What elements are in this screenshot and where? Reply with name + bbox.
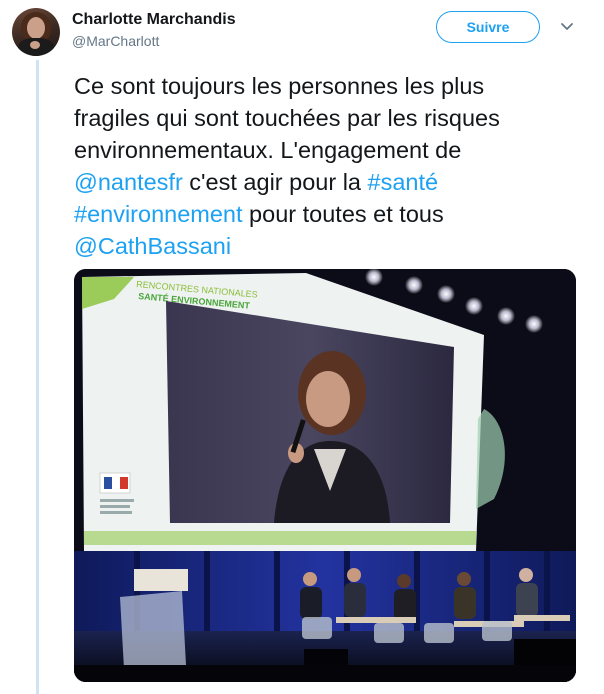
tweet-text-fragment: c'est agir pour la — [182, 169, 368, 195]
chevron-down-icon[interactable] — [560, 22, 574, 32]
hashtag-link[interactable]: #santé — [368, 169, 439, 195]
tweet-text: Ce sont toujours les personnes les plus … — [74, 70, 584, 262]
tweet-photo[interactable]: RENCONTRES NATIONALES SANTÉ ENVIRONNEMEN… — [74, 269, 576, 682]
hashtag-link[interactable]: #environnement — [74, 201, 243, 227]
tweet-line: @nantesfr c'est agir pour la #santé — [74, 166, 584, 198]
tweet-line: #environnement pour toutes et tous — [74, 198, 584, 230]
tweet-line: fragiles qui sont touchées par les risqu… — [74, 105, 500, 131]
mention-link[interactable]: @nantesfr — [74, 169, 183, 195]
author-name[interactable]: Charlotte Marchandis — [72, 11, 236, 29]
tweet-line: environnementaux. L'engagement de — [74, 137, 462, 163]
avatar[interactable] — [12, 8, 60, 56]
tweet-line: Ce sont toujours les personnes les plus — [74, 73, 485, 99]
conference-photo-illustration: RENCONTRES NATIONALES SANTÉ ENVIRONNEMEN… — [74, 269, 576, 682]
mention-link[interactable]: @CathBassani — [74, 233, 231, 259]
follow-button[interactable]: Suivre — [436, 11, 540, 43]
author-handle[interactable]: @MarCharlott — [72, 33, 159, 49]
tweet-line: @CathBassani — [74, 230, 584, 262]
tweet-text-fragment: pour toutes et tous — [242, 201, 444, 227]
thread-connector — [36, 60, 39, 694]
